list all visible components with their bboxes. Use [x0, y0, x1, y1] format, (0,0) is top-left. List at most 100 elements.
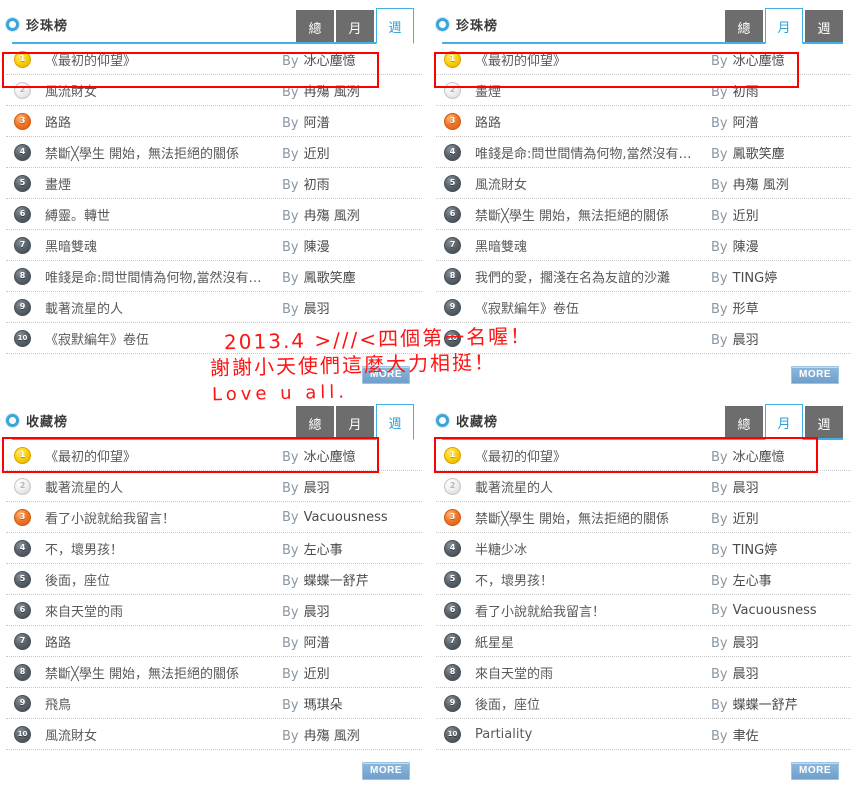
tab-favorite-month-2[interactable]: 週 [805, 406, 843, 440]
author-link[interactable]: 蝶蝶一舒芹 [304, 574, 369, 589]
table-row[interactable]: 8 唯錢是命:問世間情為何物,當然沒有錢重 By 鳳歌笑塵 [6, 261, 422, 292]
author-link[interactable]: 初雨 [304, 178, 330, 193]
author-link[interactable]: TING婷 [733, 543, 778, 558]
more-button[interactable]: MORE [791, 366, 839, 384]
table-row[interactable]: 2 載著流星的人 By 晨羽 [436, 471, 851, 502]
table-row[interactable]: 6 禁斷╳學生 開始，無法拒絕的關係 By 近別 [436, 199, 851, 230]
table-row[interactable]: 10 By 晨羽 [436, 323, 851, 354]
author-link[interactable]: 近別 [304, 667, 330, 682]
story-title-link[interactable]: 載著流星的人 [45, 477, 282, 496]
story-title-link[interactable]: 我們的愛，擱淺在名為友誼的沙灘 [475, 267, 711, 286]
story-title-link[interactable]: 畫煙 [45, 174, 282, 193]
story-title-link[interactable]: 半糖少冰 [475, 539, 711, 558]
author-link[interactable]: 近別 [304, 147, 330, 162]
table-row[interactable]: 9 《寂默編年》卷伍 By 形草 [436, 292, 851, 323]
author-link[interactable]: 冰心塵憶 [733, 54, 785, 69]
table-row[interactable]: 8 我們的愛，擱淺在名為友誼的沙灘 By TING婷 [436, 261, 851, 292]
tab-pearl-week-2[interactable]: 週 [376, 8, 414, 44]
story-title-link[interactable]: 禁斷╳學生 開始，無法拒絕的關係 [45, 143, 282, 162]
author-link[interactable]: 阿潽 [304, 636, 330, 651]
story-title-link[interactable]: 路路 [475, 112, 711, 131]
author-link[interactable]: 蝶蝶一舒芹 [733, 698, 798, 713]
story-title-link[interactable]: 《最初的仰望》 [475, 446, 711, 465]
table-row[interactable]: 6 縛靈。轉世 By 冉殤 風洌 [6, 199, 422, 230]
table-row[interactable]: 2 載著流星的人 By 晨羽 [6, 471, 422, 502]
table-row[interactable]: 8 來自天堂的雨 By 晨羽 [436, 657, 851, 688]
author-link[interactable]: 近別 [733, 512, 759, 527]
story-title-link[interactable]: 《最初的仰望》 [475, 50, 711, 69]
story-title-link[interactable]: 風流財女 [475, 174, 711, 193]
story-title-link[interactable]: 後面，座位 [45, 570, 282, 589]
author-link[interactable]: 鳳歌笑塵 [733, 147, 785, 162]
author-link[interactable]: Vacuousness [733, 603, 817, 618]
author-link[interactable]: 晨羽 [733, 636, 759, 651]
table-row[interactable]: 10 《寂默編年》卷伍 [6, 323, 422, 354]
author-link[interactable]: 初雨 [733, 85, 759, 100]
author-link[interactable]: 近別 [733, 209, 759, 224]
author-link[interactable]: 晨羽 [733, 333, 759, 348]
story-title-link[interactable]: 飛鳥 [45, 694, 282, 713]
tab-favorite-week-2[interactable]: 週 [376, 404, 414, 440]
author-link[interactable]: 晨羽 [304, 302, 330, 317]
table-row[interactable]: 7 黑暗雙魂 By 陳漫 [6, 230, 422, 261]
more-button[interactable]: MORE [362, 366, 410, 384]
table-row[interactable]: 3 禁斷╳學生 開始，無法拒絕的關係 By 近別 [436, 502, 851, 533]
author-link[interactable]: 鳳歌笑塵 [304, 271, 356, 286]
author-link[interactable]: 陳漫 [733, 240, 759, 255]
author-link[interactable]: 形草 [733, 302, 759, 317]
tab-favorite-week-1[interactable]: 月 [336, 406, 374, 440]
table-row[interactable]: 5 後面，座位 By 蝶蝶一舒芹 [6, 564, 422, 595]
tab-pearl-week-1[interactable]: 月 [336, 10, 374, 44]
table-row[interactable]: 4 唯錢是命:問世間情為何物,當然沒有錢重 By 鳳歌笑塵 [436, 137, 851, 168]
table-row[interactable]: 1 《最初的仰望》 By 冰心塵憶 [6, 440, 422, 471]
tab-pearl-month-2[interactable]: 週 [805, 10, 843, 44]
story-title-link[interactable]: 縛靈。轉世 [45, 205, 282, 224]
table-row[interactable]: 7 路路 By 阿潽 [6, 626, 422, 657]
story-title-link[interactable]: 唯錢是命:問世間情為何物,當然沒有錢重 [45, 267, 282, 286]
story-title-link[interactable]: 《寂默編年》卷伍 [45, 329, 282, 348]
tab-pearl-month-1[interactable]: 月 [765, 8, 803, 44]
story-title-link[interactable]: 不，壞男孩！ [45, 539, 282, 558]
story-title-link[interactable]: 畫煙 [475, 81, 711, 100]
story-title-link[interactable]: 《最初的仰望》 [45, 50, 282, 69]
author-link[interactable]: Vacuousness [304, 510, 388, 525]
tab-pearl-month-0[interactable]: 總 [725, 10, 763, 44]
author-link[interactable]: 瑪琪朵 [304, 698, 343, 713]
story-title-link[interactable]: 黑暗雙魂 [45, 236, 282, 255]
author-link[interactable]: 冉殤 風洌 [304, 729, 360, 744]
author-link[interactable]: 阿潽 [733, 116, 759, 131]
author-link[interactable]: TING婷 [733, 271, 778, 286]
story-title-link[interactable]: 看了小說就給我留言！ [45, 508, 282, 527]
story-title-link[interactable]: 不，壞男孩！ [475, 570, 711, 589]
author-link[interactable]: 左心事 [304, 543, 343, 558]
tab-favorite-month-0[interactable]: 總 [725, 406, 763, 440]
table-row[interactable]: 3 看了小說就給我留言！ By Vacuousness [6, 502, 422, 533]
story-title-link[interactable]: 禁斷╳學生 開始，無法拒絕的關係 [475, 508, 711, 527]
author-link[interactable]: 晨羽 [733, 481, 759, 496]
table-row[interactable]: 2 風流財女 By 冉殤 風洌 [6, 75, 422, 106]
author-link[interactable]: 冉殤 風洌 [304, 85, 360, 100]
table-row[interactable]: 4 禁斷╳學生 開始，無法拒絕的關係 By 近別 [6, 137, 422, 168]
story-title-link[interactable]: 禁斷╳學生 開始，無法拒絕的關係 [475, 205, 711, 224]
story-title-link[interactable]: 載著流星的人 [45, 298, 282, 317]
story-title-link[interactable]: 《寂默編年》卷伍 [475, 298, 711, 317]
author-link[interactable]: 陳漫 [304, 240, 330, 255]
story-title-link[interactable]: 風流財女 [45, 81, 282, 100]
story-title-link[interactable]: 唯錢是命:問世間情為何物,當然沒有錢重 [475, 143, 711, 162]
author-link[interactable]: 冉殤 風洌 [733, 178, 789, 193]
story-title-link[interactable]: 看了小說就給我留言！ [475, 601, 711, 620]
table-row[interactable]: 9 後面，座位 By 蝶蝶一舒芹 [436, 688, 851, 719]
tab-favorite-week-0[interactable]: 總 [296, 406, 334, 440]
more-button[interactable]: MORE [362, 762, 410, 780]
story-title-link[interactable]: 風流財女 [45, 725, 282, 744]
story-title-link[interactable]: Partiality [475, 727, 711, 742]
author-link[interactable]: 冰心塵憶 [733, 450, 785, 465]
table-row[interactable]: 1 《最初的仰望》 By 冰心塵憶 [436, 44, 851, 75]
author-link[interactable]: 聿佐 [733, 729, 759, 744]
table-row[interactable]: 7 黑暗雙魂 By 陳漫 [436, 230, 851, 261]
author-link[interactable]: 晨羽 [304, 605, 330, 620]
table-row[interactable]: 5 不，壞男孩！ By 左心事 [436, 564, 851, 595]
author-link[interactable]: 阿潽 [304, 116, 330, 131]
more-button[interactable]: MORE [791, 762, 839, 780]
story-title-link[interactable]: 來自天堂的雨 [45, 601, 282, 620]
